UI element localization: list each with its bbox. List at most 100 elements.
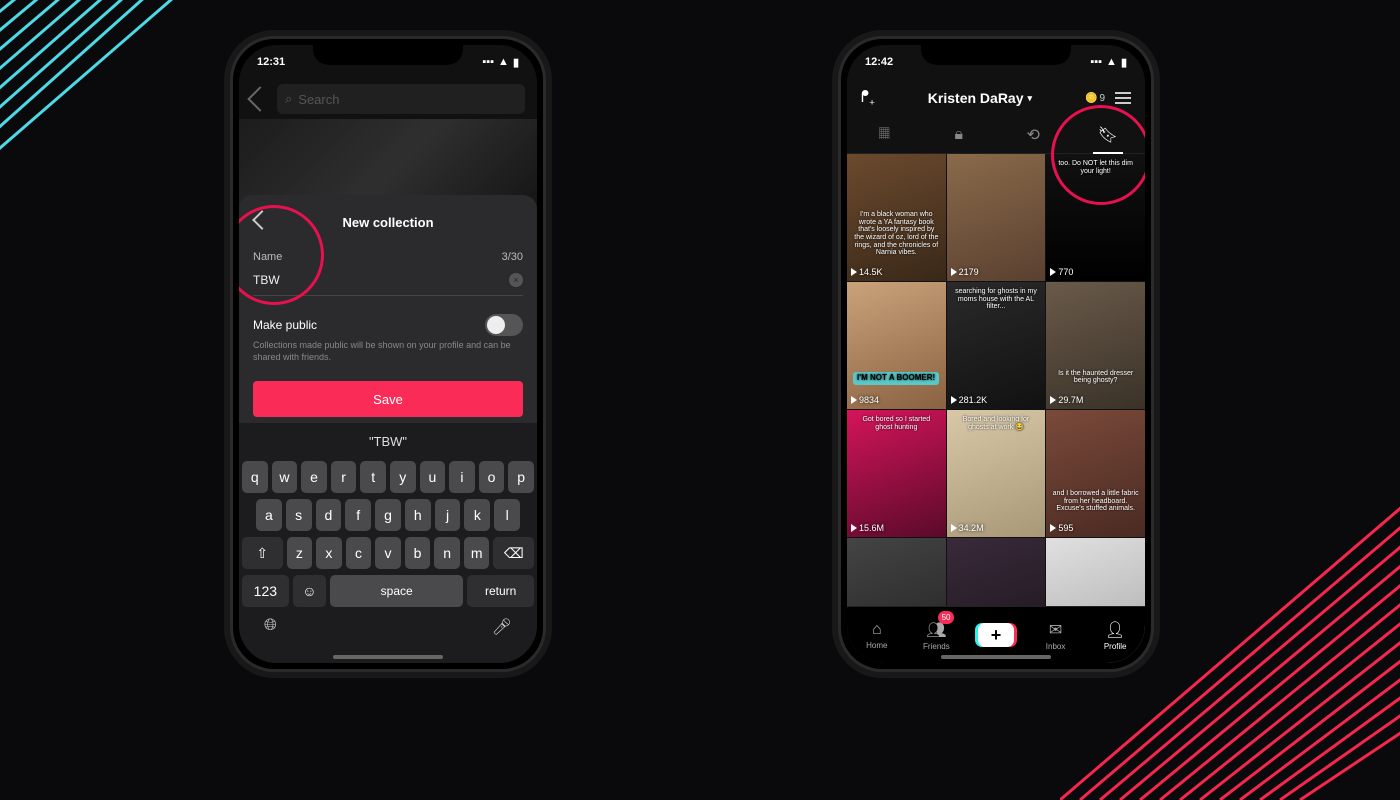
key-c[interactable]: c [346, 537, 372, 569]
battery-icon: ▮ [513, 56, 519, 69]
video-grid: 14.5K I'm a black woman who wrote a YA fa… [847, 154, 1145, 663]
notch [313, 39, 463, 65]
key-g[interactable]: g [375, 499, 401, 531]
video-thumb[interactable]: 281.2K searching for ghosts in my moms ho… [947, 282, 1046, 409]
key-v[interactable]: v [375, 537, 401, 569]
key-k[interactable]: k [464, 499, 490, 531]
video-thumb[interactable]: 29.7MIs it the haunted dresser being gho… [1046, 282, 1145, 409]
sheet-back-icon[interactable] [252, 210, 272, 230]
nav-profile[interactable]: 👤︎Profile [1085, 607, 1145, 663]
back-icon[interactable] [247, 86, 272, 111]
view-count: 9834 [851, 395, 879, 405]
key-a[interactable]: a [256, 499, 282, 531]
key-m[interactable]: m [464, 537, 490, 569]
home-indicator[interactable] [333, 655, 443, 659]
key-j[interactable]: j [435, 499, 461, 531]
view-count: 15.6M [851, 523, 884, 533]
key-w[interactable]: w [272, 461, 298, 493]
key-f[interactable]: f [345, 499, 371, 531]
home-icon: ⌂ [872, 621, 882, 639]
sheet-title: New collection [342, 215, 433, 230]
key-z[interactable]: z [287, 537, 313, 569]
phone-left: 12:31 ▪▪▪ ▲ ▮ ⌕ Search .ANYC N [230, 36, 546, 672]
globe-icon[interactable]: 🌐︎ [264, 617, 277, 637]
key-o[interactable]: o [479, 461, 505, 493]
tab-favorites[interactable]: 🔖︎ [1071, 117, 1146, 153]
view-count: 281.2K [951, 395, 988, 405]
make-public-toggle[interactable] [485, 314, 523, 336]
add-friend-icon[interactable]: ᖰ₊ [861, 89, 875, 107]
search-placeholder: Search [298, 92, 339, 107]
name-input[interactable]: TBW [253, 273, 280, 287]
key-n[interactable]: n [434, 537, 460, 569]
backspace-key[interactable]: ⌫ [493, 537, 534, 569]
tab-reposts[interactable]: ⟲ [996, 117, 1071, 153]
friends-badge: 50 [938, 611, 955, 624]
keyboard[interactable]: "TBW" qwertyuiop asdfghjkl ⇧ zxcvbnm ⌫ 1… [239, 423, 537, 663]
lock-icon: 🔒︎ [954, 126, 963, 144]
keyboard-suggestion[interactable]: "TBW" [242, 427, 534, 455]
mic-icon[interactable]: 🎤︎ [492, 617, 512, 637]
space-key[interactable]: space [330, 575, 463, 607]
key-e[interactable]: e [301, 461, 327, 493]
profile-tabs: 𝄜 🔒︎ ⟲ 🔖︎ [847, 117, 1145, 154]
key-t[interactable]: t [360, 461, 386, 493]
video-caption: and I borrowed a little fabric from her … [1052, 490, 1139, 513]
tab-posts[interactable]: 𝄜 [847, 117, 922, 153]
video-caption: too. Do NOT let this dim your light! [1052, 160, 1139, 175]
status-time: 12:31 [257, 56, 285, 68]
key-r[interactable]: r [331, 461, 357, 493]
search-input[interactable]: ⌕ Search [277, 84, 525, 114]
key-b[interactable]: b [405, 537, 431, 569]
nav-home[interactable]: ⌂Home [847, 607, 907, 663]
video-caption: searching for ghosts in my moms house wi… [953, 288, 1040, 311]
video-thumb[interactable]: 34.2MBored and looking for ghosts at wor… [947, 410, 1046, 537]
search-icon: ⌕ [285, 91, 292, 107]
key-d[interactable]: d [316, 499, 342, 531]
video-thumb[interactable]: 595and I borrowed a little fabric from h… [1046, 410, 1145, 537]
video-thumb[interactable]: 9834 I'M NOT A BOOMER! [847, 282, 946, 409]
name-label: Name [253, 251, 282, 263]
return-key[interactable]: return [467, 575, 534, 607]
key-i[interactable]: i [449, 461, 475, 493]
view-count: 2179 [951, 267, 979, 277]
menu-icon[interactable] [1115, 92, 1131, 104]
key-p[interactable]: p [508, 461, 534, 493]
profile-name: Kristen DaRay [928, 90, 1024, 106]
coin-icon: 🪙 [1085, 93, 1097, 104]
shift-key[interactable]: ⇧ [242, 537, 283, 569]
video-thumb[interactable]: 14.5K I'm a black woman who wrote a YA fa… [847, 154, 946, 281]
key-s[interactable]: s [286, 499, 312, 531]
clear-icon[interactable]: × [509, 273, 523, 287]
video-caption: I'm a black woman who wrote a YA fantasy… [853, 211, 940, 257]
notch [921, 39, 1071, 65]
repost-icon: ⟲ [1027, 125, 1040, 145]
bookmark-icon: 🔖︎ [1098, 125, 1118, 145]
coin-balance[interactable]: 🪙 9 [1085, 93, 1105, 104]
emoji-key[interactable]: ☺ [293, 575, 326, 607]
profile-name-dropdown[interactable]: Kristen DaRay ▾ [928, 90, 1032, 106]
key-q[interactable]: q [242, 461, 268, 493]
video-thumb[interactable]: 2179 [947, 154, 1046, 281]
video-caption: I'M NOT A BOOMER! [853, 372, 939, 385]
plus-icon: + [978, 623, 1014, 647]
home-indicator[interactable] [941, 655, 1051, 659]
view-count: 770 [1050, 267, 1073, 277]
video-thumb[interactable]: 770 too. Do NOT let this dim your light! [1046, 154, 1145, 281]
make-public-desc: Collections made public will be shown on… [253, 340, 523, 363]
key-u[interactable]: u [420, 461, 446, 493]
key-h[interactable]: h [405, 499, 431, 531]
view-count: 14.5K [851, 267, 883, 277]
status-time: 12:42 [865, 56, 893, 68]
make-public-label: Make public [253, 318, 317, 332]
tab-private[interactable]: 🔒︎ [922, 117, 997, 153]
key-y[interactable]: y [390, 461, 416, 493]
save-button[interactable]: Save [253, 381, 523, 417]
name-counter: 3/30 [502, 251, 523, 263]
wifi-icon: ▲ [498, 56, 509, 68]
numbers-key[interactable]: 123 [242, 575, 289, 607]
video-thumb[interactable]: 15.6M Got bored so I started ghost huntin… [847, 410, 946, 537]
key-l[interactable]: l [494, 499, 520, 531]
key-x[interactable]: x [316, 537, 342, 569]
video-caption: Got bored so I started ghost hunting [853, 416, 940, 431]
